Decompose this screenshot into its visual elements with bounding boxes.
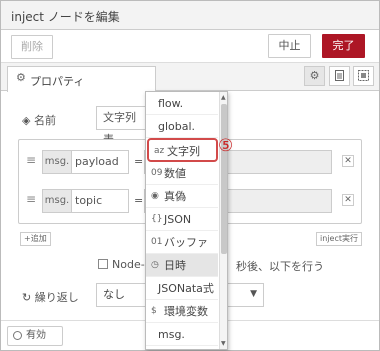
json-type-icon: {} (151, 214, 163, 224)
enabled-toggle[interactable]: 有効 (7, 326, 63, 346)
repeat-icon: ↻ (22, 291, 32, 304)
dropdown-item-label: global. (158, 120, 196, 133)
delete-button[interactable]: 削除 (11, 35, 53, 59)
dropdown-item-label: 数値 (164, 167, 186, 180)
remove-property-button[interactable]: ✕ (342, 155, 354, 167)
dropdown-item-label: 日時 (164, 259, 186, 272)
dropdown-scrollbar[interactable]: ▲ ▼ (219, 92, 227, 349)
number-type-icon: 09 (151, 168, 163, 178)
inject-once-suffix: 秒後、以下を行う (236, 260, 324, 273)
inject-now-button[interactable]: inject実行 (316, 232, 362, 246)
done-button[interactable]: 完了 (322, 34, 365, 58)
property-key-input[interactable]: topic (72, 189, 129, 213)
drag-handle-icon[interactable]: ≡ (26, 153, 36, 167)
dropdown-item-label: 環境変数 (164, 305, 208, 318)
dropdown-item-jsonata[interactable]: JSONata式 (146, 277, 218, 300)
string-type-icon: az (154, 146, 165, 156)
dropdown-item-msg[interactable]: msg. (146, 323, 218, 346)
env-type-icon: $ (151, 306, 157, 316)
inject-once-checkbox[interactable] (98, 259, 108, 269)
tab-properties-label: プロパティ (30, 75, 85, 88)
msg-prefix[interactable]: msg. (42, 189, 72, 213)
repeat-label-text: 繰り返し (34, 291, 79, 304)
dropdown-item-label: JSONata式 (158, 282, 214, 295)
dropdown-item-string[interactable]: az 文字列 (147, 138, 218, 162)
clock-icon: ◷ (151, 260, 159, 270)
dropdown-item-label: flow. (158, 97, 184, 110)
dropdown-item-env[interactable]: $ 環境変数 (146, 300, 218, 323)
dropdown-item-json[interactable]: {} JSON (146, 208, 218, 231)
description-tab-icon[interactable] (329, 66, 350, 86)
repeat-select-caret-box[interactable]: ▼ (222, 283, 264, 307)
equals-sign: = (134, 155, 144, 168)
dropdown-item-buffer[interactable]: 01 バッファ (146, 231, 218, 254)
type-dropdown-menu: flow. global. az 文字列 09 数値 ◉ 真偽 {} JSON … (145, 91, 228, 350)
name-label: ◈ 名前 (22, 112, 56, 128)
tab-bar: ⚙ プロパティ ⚙ (1, 63, 379, 92)
repeat-select[interactable]: なし (96, 283, 146, 307)
remove-property-button[interactable]: ✕ (342, 194, 354, 206)
dialog-toolbar: 削除 中止 完了 (1, 30, 379, 63)
msg-prefix[interactable]: msg. (42, 150, 72, 174)
dropdown-item-label: JSON (164, 213, 192, 226)
drag-handle-icon[interactable]: ≡ (26, 192, 36, 206)
appearance-tab-icon[interactable] (353, 66, 374, 86)
tab-properties[interactable]: ⚙ プロパティ (7, 66, 156, 92)
chevron-down-icon: ▼ (250, 289, 257, 299)
add-property-button[interactable]: +追加 (20, 232, 51, 246)
dropdown-item-boolean[interactable]: ◉ 真偽 (146, 185, 218, 208)
dialog-titlebar: inject ノードを編集 (1, 1, 379, 30)
dialog-title: inject ノードを編集 (11, 10, 120, 24)
enabled-label: 有効 (26, 330, 46, 341)
annotation-marker: ⑤ (218, 136, 234, 156)
equals-sign: = (134, 194, 144, 207)
settings-tab-icon[interactable]: ⚙ (304, 66, 325, 86)
gear-icon: ⚙ (16, 71, 26, 84)
dropdown-item-timestamp[interactable]: ◷ 日時 (146, 254, 218, 277)
chevron-up-icon[interactable]: ▲ (221, 94, 226, 101)
chevron-down-icon[interactable]: ▼ (221, 340, 226, 347)
dropdown-item-number[interactable]: 09 数値 (146, 162, 218, 185)
dropdown-item-label: msg. (158, 328, 185, 341)
name-label-text: 名前 (33, 114, 56, 127)
scrollbar-thumb[interactable] (221, 104, 227, 254)
repeat-label: ↻ 繰り返し (22, 289, 79, 305)
circle-icon (13, 331, 22, 340)
dropdown-item-label: バッファ (164, 236, 208, 249)
dropdown-item-label: 文字列 (167, 145, 200, 158)
tag-icon: ◈ (22, 114, 31, 127)
name-input[interactable]: 文字列表 (96, 106, 146, 146)
dropdown-item-label: 真偽 (164, 190, 186, 203)
buffer-type-icon: 01 (151, 237, 163, 247)
property-key-input[interactable]: payload (72, 150, 129, 174)
cancel-button[interactable]: 中止 (268, 34, 311, 58)
dropdown-item-global[interactable]: global. (146, 115, 218, 138)
dropdown-item-flow[interactable]: flow. (146, 92, 218, 115)
boolean-type-icon: ◉ (151, 191, 159, 201)
